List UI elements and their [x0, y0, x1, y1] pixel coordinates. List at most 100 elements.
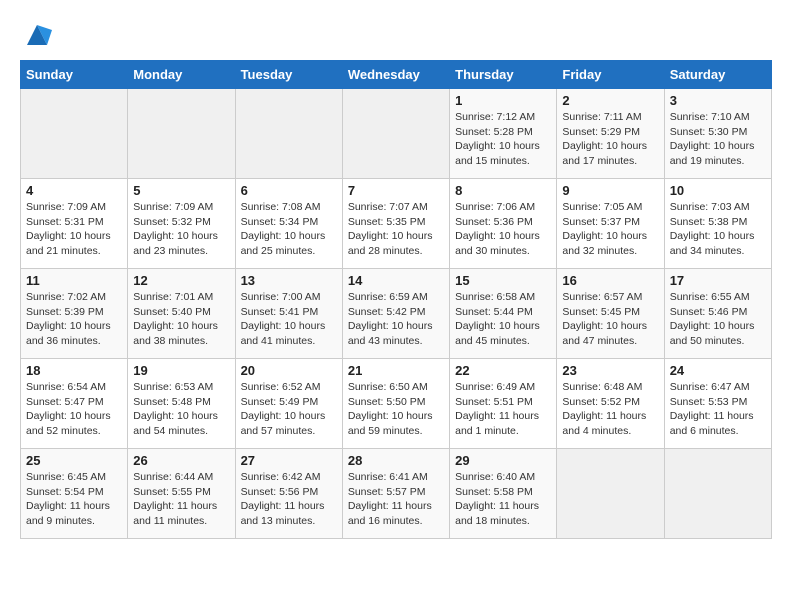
calendar-cell [128, 89, 235, 179]
day-info: Sunrise: 7:01 AM Sunset: 5:40 PM Dayligh… [133, 291, 218, 347]
page-header [20, 20, 772, 50]
day-info: Sunrise: 6:44 AM Sunset: 5:55 PM Dayligh… [133, 471, 217, 527]
day-number: 15 [455, 273, 551, 288]
day-info: Sunrise: 6:55 AM Sunset: 5:46 PM Dayligh… [670, 291, 755, 347]
week-row-2: 4 Sunrise: 7:09 AM Sunset: 5:31 PM Daylig… [21, 179, 772, 269]
day-info: Sunrise: 7:03 AM Sunset: 5:38 PM Dayligh… [670, 201, 755, 257]
day-info: Sunrise: 6:45 AM Sunset: 5:54 PM Dayligh… [26, 471, 110, 527]
weekday-header-friday: Friday [557, 61, 664, 89]
day-info: Sunrise: 7:08 AM Sunset: 5:34 PM Dayligh… [241, 201, 326, 257]
day-number: 9 [562, 183, 658, 198]
day-info: Sunrise: 6:48 AM Sunset: 5:52 PM Dayligh… [562, 381, 646, 437]
calendar-cell [557, 449, 664, 539]
weekday-header-tuesday: Tuesday [235, 61, 342, 89]
calendar-cell: 18 Sunrise: 6:54 AM Sunset: 5:47 PM Dayli… [21, 359, 128, 449]
calendar-cell: 20 Sunrise: 6:52 AM Sunset: 5:49 PM Dayli… [235, 359, 342, 449]
week-row-1: 1 Sunrise: 7:12 AM Sunset: 5:28 PM Daylig… [21, 89, 772, 179]
calendar-table: SundayMondayTuesdayWednesdayThursdayFrid… [20, 60, 772, 539]
weekday-header-sunday: Sunday [21, 61, 128, 89]
day-number: 18 [26, 363, 122, 378]
day-number: 2 [562, 93, 658, 108]
day-number: 13 [241, 273, 337, 288]
calendar-cell [342, 89, 449, 179]
weekday-header-wednesday: Wednesday [342, 61, 449, 89]
day-number: 27 [241, 453, 337, 468]
day-info: Sunrise: 6:42 AM Sunset: 5:56 PM Dayligh… [241, 471, 325, 527]
calendar-cell [664, 449, 771, 539]
week-row-4: 18 Sunrise: 6:54 AM Sunset: 5:47 PM Dayli… [21, 359, 772, 449]
day-number: 12 [133, 273, 229, 288]
day-info: Sunrise: 6:52 AM Sunset: 5:49 PM Dayligh… [241, 381, 326, 437]
calendar-cell: 29Sunrise: 6:40 AM Sunset: 5:58 PM Dayli… [450, 449, 557, 539]
day-info: Sunrise: 6:49 AM Sunset: 5:51 PM Dayligh… [455, 381, 539, 437]
logo-icon [22, 20, 52, 50]
day-info: Sunrise: 6:58 AM Sunset: 5:44 PM Dayligh… [455, 291, 540, 347]
calendar-cell: 10 Sunrise: 7:03 AM Sunset: 5:38 PM Dayli… [664, 179, 771, 269]
day-info: Sunrise: 6:59 AM Sunset: 5:42 PM Dayligh… [348, 291, 433, 347]
calendar-cell: 15 Sunrise: 6:58 AM Sunset: 5:44 PM Dayli… [450, 269, 557, 359]
day-number: 23 [562, 363, 658, 378]
calendar-cell: 14 Sunrise: 6:59 AM Sunset: 5:42 PM Dayli… [342, 269, 449, 359]
day-info: Sunrise: 6:40 AM Sunset: 5:58 PM Dayligh… [455, 471, 539, 527]
calendar-cell [235, 89, 342, 179]
day-info: Sunrise: 6:50 AM Sunset: 5:50 PM Dayligh… [348, 381, 433, 437]
day-info: Sunrise: 7:11 AM Sunset: 5:29 PM Dayligh… [562, 111, 647, 167]
calendar-cell: 28 Sunrise: 6:41 AM Sunset: 5:57 PM Dayli… [342, 449, 449, 539]
day-info: Sunrise: 6:53 AM Sunset: 5:48 PM Dayligh… [133, 381, 218, 437]
day-info: Sunrise: 7:10 AM Sunset: 5:30 PM Dayligh… [670, 111, 755, 167]
calendar-cell: 3Sunrise: 7:10 AM Sunset: 5:30 PM Daylig… [664, 89, 771, 179]
calendar-cell: 2 Sunrise: 7:11 AM Sunset: 5:29 PM Daylig… [557, 89, 664, 179]
calendar-cell: 13Sunrise: 7:00 AM Sunset: 5:41 PM Dayli… [235, 269, 342, 359]
day-info: Sunrise: 6:54 AM Sunset: 5:47 PM Dayligh… [26, 381, 111, 437]
day-number: 24 [670, 363, 766, 378]
day-info: Sunrise: 7:05 AM Sunset: 5:37 PM Dayligh… [562, 201, 647, 257]
day-number: 1 [455, 93, 551, 108]
day-info: Sunrise: 7:06 AM Sunset: 5:36 PM Dayligh… [455, 201, 540, 257]
week-row-3: 11 Sunrise: 7:02 AM Sunset: 5:39 PM Dayli… [21, 269, 772, 359]
day-info: Sunrise: 7:12 AM Sunset: 5:28 PM Dayligh… [455, 111, 540, 167]
day-info: Sunrise: 6:57 AM Sunset: 5:45 PM Dayligh… [562, 291, 647, 347]
week-row-5: 25 Sunrise: 6:45 AM Sunset: 5:54 PM Dayli… [21, 449, 772, 539]
weekday-header-thursday: Thursday [450, 61, 557, 89]
calendar-cell: 17 Sunrise: 6:55 AM Sunset: 5:46 PM Dayli… [664, 269, 771, 359]
calendar-cell: 8 Sunrise: 7:06 AM Sunset: 5:36 PM Daylig… [450, 179, 557, 269]
calendar-cell: 6 Sunrise: 7:08 AM Sunset: 5:34 PM Daylig… [235, 179, 342, 269]
calendar-cell: 23 Sunrise: 6:48 AM Sunset: 5:52 PM Dayli… [557, 359, 664, 449]
day-number: 11 [26, 273, 122, 288]
day-number: 19 [133, 363, 229, 378]
weekday-header-saturday: Saturday [664, 61, 771, 89]
day-number: 20 [241, 363, 337, 378]
calendar-cell: 22 Sunrise: 6:49 AM Sunset: 5:51 PM Dayli… [450, 359, 557, 449]
day-number: 4 [26, 183, 122, 198]
day-info: Sunrise: 6:41 AM Sunset: 5:57 PM Dayligh… [348, 471, 432, 527]
weekday-header-row: SundayMondayTuesdayWednesdayThursdayFrid… [21, 61, 772, 89]
day-number: 6 [241, 183, 337, 198]
day-number: 21 [348, 363, 444, 378]
day-number: 22 [455, 363, 551, 378]
weekday-header-monday: Monday [128, 61, 235, 89]
calendar-cell: 7Sunrise: 7:07 AM Sunset: 5:35 PM Daylig… [342, 179, 449, 269]
calendar-cell: 24 Sunrise: 6:47 AM Sunset: 5:53 PM Dayli… [664, 359, 771, 449]
logo [20, 20, 52, 50]
calendar-cell: 26 Sunrise: 6:44 AM Sunset: 5:55 PM Dayli… [128, 449, 235, 539]
calendar-cell: 19 Sunrise: 6:53 AM Sunset: 5:48 PM Dayli… [128, 359, 235, 449]
calendar-cell: 27 Sunrise: 6:42 AM Sunset: 5:56 PM Dayli… [235, 449, 342, 539]
calendar-cell: 1 Sunrise: 7:12 AM Sunset: 5:28 PM Daylig… [450, 89, 557, 179]
calendar-cell: 12 Sunrise: 7:01 AM Sunset: 5:40 PM Dayli… [128, 269, 235, 359]
day-number: 25 [26, 453, 122, 468]
day-info: Sunrise: 7:09 AM Sunset: 5:31 PM Dayligh… [26, 201, 111, 257]
calendar-cell: 4 Sunrise: 7:09 AM Sunset: 5:31 PM Daylig… [21, 179, 128, 269]
day-number: 26 [133, 453, 229, 468]
day-number: 16 [562, 273, 658, 288]
day-info: Sunrise: 6:47 AM Sunset: 5:53 PM Dayligh… [670, 381, 754, 437]
day-info: Sunrise: 7:07 AM Sunset: 5:35 PM Dayligh… [348, 201, 433, 257]
day-number: 8 [455, 183, 551, 198]
calendar-cell: 21 Sunrise: 6:50 AM Sunset: 5:50 PM Dayli… [342, 359, 449, 449]
calendar-cell: 5Sunrise: 7:09 AM Sunset: 5:32 PM Daylig… [128, 179, 235, 269]
day-info: Sunrise: 7:02 AM Sunset: 5:39 PM Dayligh… [26, 291, 111, 347]
calendar-cell: 16 Sunrise: 6:57 AM Sunset: 5:45 PM Dayli… [557, 269, 664, 359]
day-number: 17 [670, 273, 766, 288]
day-number: 14 [348, 273, 444, 288]
day-number: 28 [348, 453, 444, 468]
day-number: 10 [670, 183, 766, 198]
